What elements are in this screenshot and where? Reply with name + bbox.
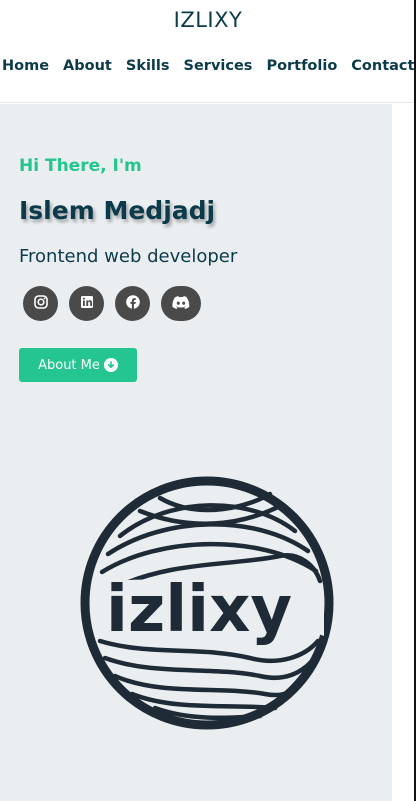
facebook-icon (125, 294, 141, 314)
hero-section: Hi There, I'm Islem Medjadj Frontend web… (0, 104, 392, 801)
linkedin-link[interactable] (69, 286, 104, 321)
nav-home[interactable]: Home (2, 58, 49, 74)
discord-link[interactable] (161, 286, 201, 321)
nav-skills[interactable]: Skills (126, 58, 170, 74)
greeting: Hi There, I'm (19, 156, 142, 176)
about-me-label: About Me (38, 357, 100, 373)
hero-name: Islem Medjadj (19, 196, 216, 225)
arrow-down-circle-icon (103, 358, 118, 372)
social-links (23, 286, 212, 321)
site-header: IZLIXY Home About Skills Services Portfo… (0, 0, 416, 103)
main-nav: Home About Skills Services Portfolio Con… (2, 58, 414, 74)
nav-portfolio[interactable]: Portfolio (266, 58, 337, 74)
hero-role: Frontend web developer (19, 246, 238, 267)
about-me-button[interactable]: About Me (19, 348, 137, 382)
linkedin-icon (79, 294, 95, 314)
nav-services[interactable]: Services (184, 58, 253, 74)
izlixy-logo: izlixy (80, 476, 334, 730)
instagram-icon (33, 294, 49, 314)
facebook-link[interactable] (115, 286, 150, 321)
nav-contact[interactable]: Contact (351, 58, 414, 74)
discord-icon (172, 294, 190, 313)
nav-about[interactable]: About (63, 58, 112, 74)
instagram-link[interactable] (23, 286, 58, 321)
logo-text: izlixy (106, 573, 292, 647)
brand-logo[interactable]: IZLIXY (0, 8, 416, 32)
